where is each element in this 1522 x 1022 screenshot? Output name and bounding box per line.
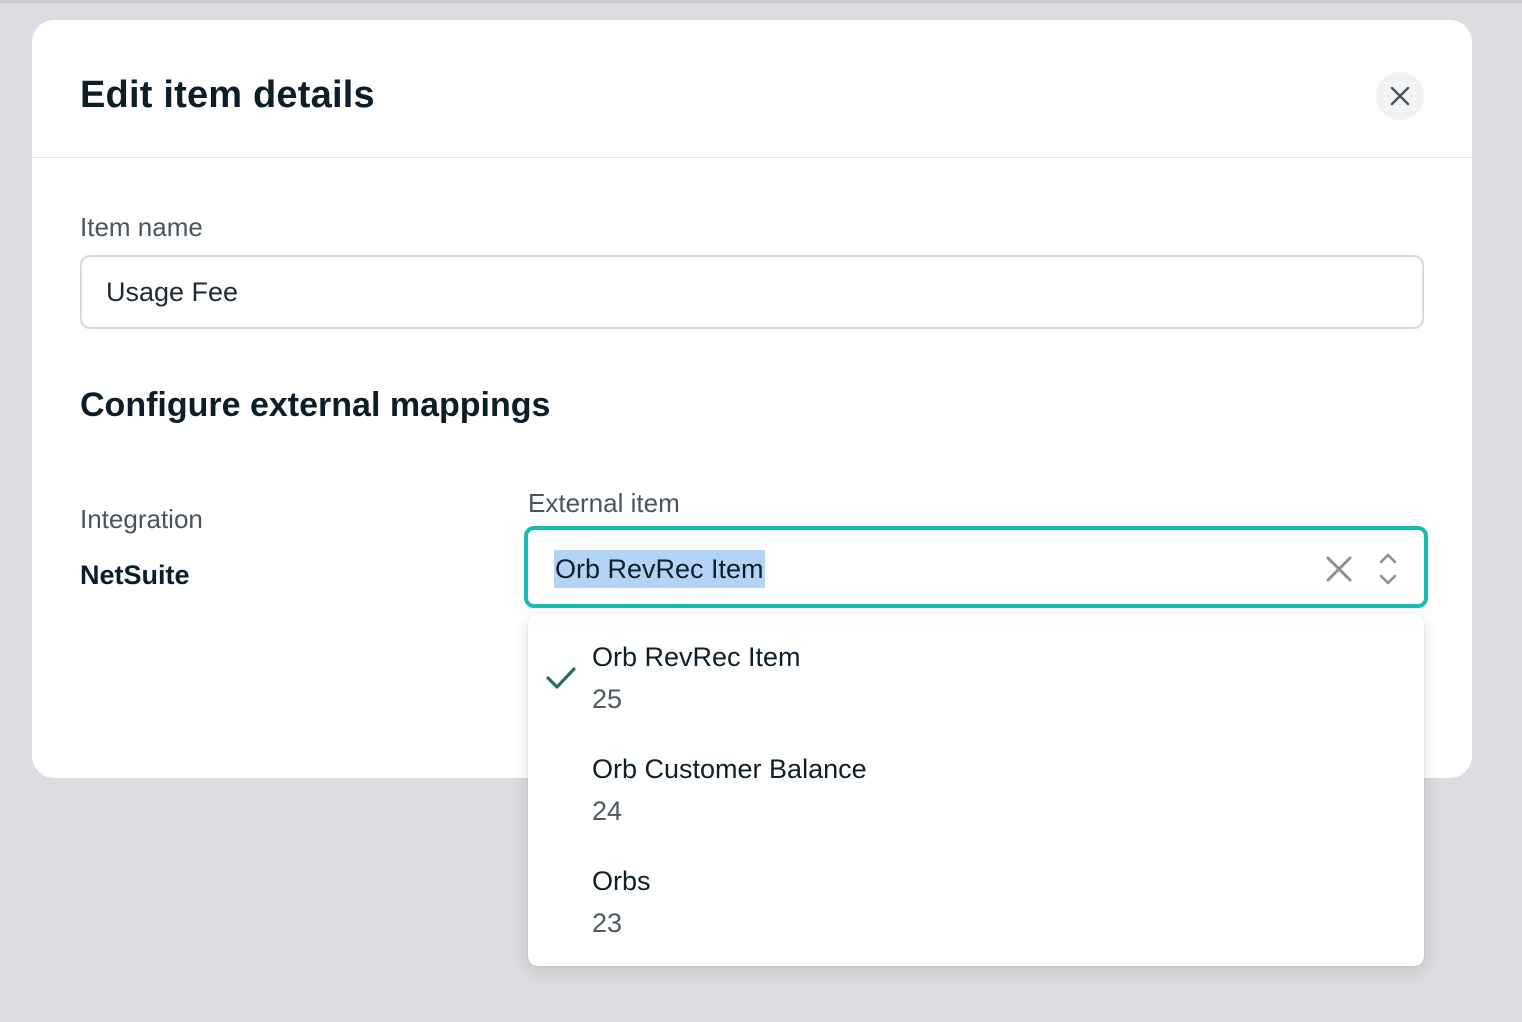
background-divider: [0, 0, 1522, 3]
close-icon: [1390, 86, 1410, 106]
dropdown-option[interactable]: Orb RevRec Item 25: [528, 640, 1424, 752]
close-button[interactable]: [1376, 72, 1424, 120]
external-mappings-title: Configure external mappings: [80, 386, 551, 424]
option-id: 25: [592, 684, 623, 714]
item-name-label: Item name: [80, 212, 203, 242]
dropdown-option[interactable]: Orb Customer Balance 24: [528, 752, 1424, 864]
modal-title: Edit item details: [80, 74, 375, 116]
modal-header: Edit item details: [32, 20, 1472, 158]
check-icon: [546, 667, 576, 689]
integration-label: Integration: [80, 504, 203, 534]
external-item-selected-value[interactable]: Orb RevRec Item: [554, 550, 765, 588]
option-title: Orbs: [592, 866, 651, 896]
option-id: 24: [592, 796, 623, 826]
option-id: 23: [592, 908, 623, 938]
chevron-updown-icon[interactable]: [1376, 548, 1400, 590]
option-title: Orb Customer Balance: [592, 754, 867, 784]
external-item-label: External item: [528, 488, 680, 518]
integration-value: NetSuite: [80, 560, 190, 590]
clear-icon[interactable]: [1324, 554, 1354, 584]
external-item-select[interactable]: Orb RevRec Item: [524, 526, 1428, 608]
external-item-dropdown: Orb RevRec Item 25 Orb Customer Balance …: [528, 614, 1424, 966]
dropdown-option[interactable]: Orbs 23: [528, 864, 1424, 976]
item-name-input[interactable]: [80, 255, 1424, 329]
option-title: Orb RevRec Item: [592, 642, 801, 672]
